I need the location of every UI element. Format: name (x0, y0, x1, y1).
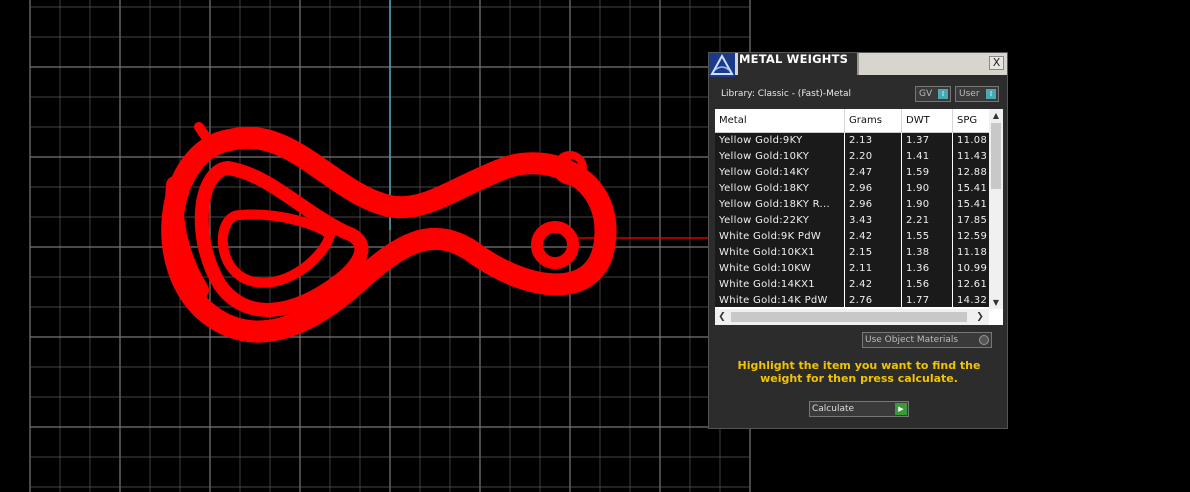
cell-metal: Yellow Gold:18KY R... (715, 197, 845, 213)
cell-spg: 10.99 (953, 261, 989, 277)
table-row[interactable]: White Gold:10KW 2.11 1.36 10.99 (715, 261, 989, 277)
play-arrow-icon: ▶ (895, 403, 907, 415)
viewport-grid (29, 0, 751, 492)
table-row[interactable]: White Gold:14K PdW 2.76 1.77 14.32 (715, 293, 989, 307)
table-row[interactable]: White Gold:9K PdW 2.42 1.55 12.59 (715, 229, 989, 245)
cell-spg: 15.41 (953, 197, 989, 213)
cell-grams: 2.13 (845, 133, 902, 149)
cell-dwt: 1.41 (902, 149, 953, 165)
cell-dwt: 1.59 (902, 165, 953, 181)
cell-grams: 2.20 (845, 149, 902, 165)
cell-metal: White Gold:10KW (715, 261, 845, 277)
cell-grams: 2.42 (845, 229, 902, 245)
app-logo-icon (709, 53, 735, 77)
cell-metal: White Gold:14KX1 (715, 277, 845, 293)
cell-spg: 15.41 (953, 181, 989, 197)
horizontal-scrollbar[interactable]: ❮ ❯ (715, 309, 989, 325)
cell-metal: Yellow Gold:10KY (715, 149, 845, 165)
column-header-grams[interactable]: Grams (845, 109, 902, 132)
calculate-label: Calculate (812, 404, 855, 414)
cell-grams: 2.42 (845, 277, 902, 293)
gv-toggle-label: GV (919, 89, 933, 99)
toggle-knob-icon: I (938, 89, 948, 99)
cell-dwt: 2.21 (902, 213, 953, 229)
column-header-dwt[interactable]: DWT (902, 109, 953, 132)
column-header-spg[interactable]: SPG (953, 109, 989, 132)
cell-dwt: 1.90 (902, 181, 953, 197)
cell-dwt: 1.90 (902, 197, 953, 213)
cell-spg: 11.18 (953, 245, 989, 261)
cell-grams: 2.76 (845, 293, 902, 307)
library-label: Library: Classic - (Fast)-Metal (721, 89, 852, 99)
cell-spg: 12.88 (953, 165, 989, 181)
table-row[interactable]: White Gold:14KX1 2.42 1.56 12.61 (715, 277, 989, 293)
cell-metal: White Gold:10KX1 (715, 245, 845, 261)
vertical-scroll-thumb[interactable] (991, 123, 1001, 189)
pendant-small-ring (531, 221, 579, 269)
cell-spg: 12.61 (953, 277, 989, 293)
cell-grams: 3.43 (845, 213, 902, 229)
use-object-materials-label: Use Object Materials (865, 335, 959, 345)
table-row[interactable]: Yellow Gold:14KY 2.47 1.59 12.88 (715, 165, 989, 181)
use-object-materials-toggle[interactable]: Use Object Materials (862, 332, 992, 348)
cell-metal: Yellow Gold:14KY (715, 165, 845, 181)
cell-dwt: 1.77 (902, 293, 953, 307)
calculate-button[interactable]: Calculate ▶ (809, 401, 909, 417)
cell-grams: 2.47 (845, 165, 902, 181)
cell-grams: 2.96 (845, 181, 902, 197)
cell-spg: 11.43 (953, 149, 989, 165)
cell-grams: 2.11 (845, 261, 902, 277)
horizontal-scroll-thumb[interactable] (731, 312, 967, 322)
cell-dwt: 1.36 (902, 261, 953, 277)
toggle-knob-icon: I (986, 89, 996, 99)
dialog-title: METAL WEIGHTS (738, 53, 857, 75)
cell-spg: 17.85 (953, 213, 989, 229)
cell-spg: 14.32 (953, 293, 989, 307)
table-body: Yellow Gold:9KY 2.13 1.37 11.08 Yellow Gold:… (715, 133, 989, 307)
metal-weights-dialog: METAL WEIGHTS X Library: Classic - (Fast… (708, 52, 1008, 429)
instruction-text: Highlight the item you want to find the … (737, 359, 981, 385)
table-row[interactable]: Yellow Gold:9KY 2.13 1.37 11.08 (715, 133, 989, 149)
cell-metal: White Gold:9K PdW (715, 229, 845, 245)
table-row[interactable]: White Gold:10KX1 2.15 1.38 11.18 (715, 245, 989, 261)
cell-metal: White Gold:14K PdW (715, 293, 845, 307)
radio-circle-icon (979, 335, 989, 345)
cell-metal: Yellow Gold:9KY (715, 133, 845, 149)
scroll-down-icon[interactable]: ▼ (989, 296, 1003, 309)
cell-dwt: 1.37 (902, 133, 953, 149)
table-header: Metal Grams DWT SPG (715, 109, 989, 133)
column-header-metal[interactable]: Metal (715, 109, 845, 132)
table-row[interactable]: Yellow Gold:18KY 2.96 1.90 15.41 (715, 181, 989, 197)
table-row[interactable]: Yellow Gold:10KY 2.20 1.41 11.43 (715, 149, 989, 165)
cell-spg: 12.59 (953, 229, 989, 245)
pendant-inner-drop (217, 209, 335, 288)
vertical-scrollbar[interactable]: ▲ ▼ (989, 109, 1003, 309)
close-button[interactable]: X (989, 56, 1004, 70)
scroll-up-icon[interactable]: ▲ (989, 109, 1003, 122)
user-toggle-label: User (959, 89, 980, 99)
3d-viewport[interactable] (0, 0, 1190, 492)
user-toggle[interactable]: User I (955, 86, 999, 102)
dialog-titlebar[interactable]: METAL WEIGHTS X (709, 53, 1007, 77)
metal-table: Metal Grams DWT SPG Yellow Gold:9KY 2.13 1… (715, 109, 1003, 325)
cell-grams: 2.96 (845, 197, 902, 213)
cell-dwt: 1.38 (902, 245, 953, 261)
title-separator (857, 53, 859, 75)
cell-spg: 11.08 (953, 133, 989, 149)
cell-grams: 2.15 (845, 245, 902, 261)
cell-dwt: 1.55 (902, 229, 953, 245)
cell-metal: Yellow Gold:18KY (715, 181, 845, 197)
table-row[interactable]: Yellow Gold:18KY R... 2.96 1.90 15.41 (715, 197, 989, 213)
table-row[interactable]: Yellow Gold:22KY 3.43 2.21 17.85 (715, 213, 989, 229)
scroll-right-icon[interactable]: ❯ (973, 309, 987, 325)
cell-dwt: 1.56 (902, 277, 953, 293)
cell-metal: Yellow Gold:22KY (715, 213, 845, 229)
gv-toggle[interactable]: GV I (915, 86, 951, 102)
scroll-left-icon[interactable]: ❮ (715, 309, 729, 325)
